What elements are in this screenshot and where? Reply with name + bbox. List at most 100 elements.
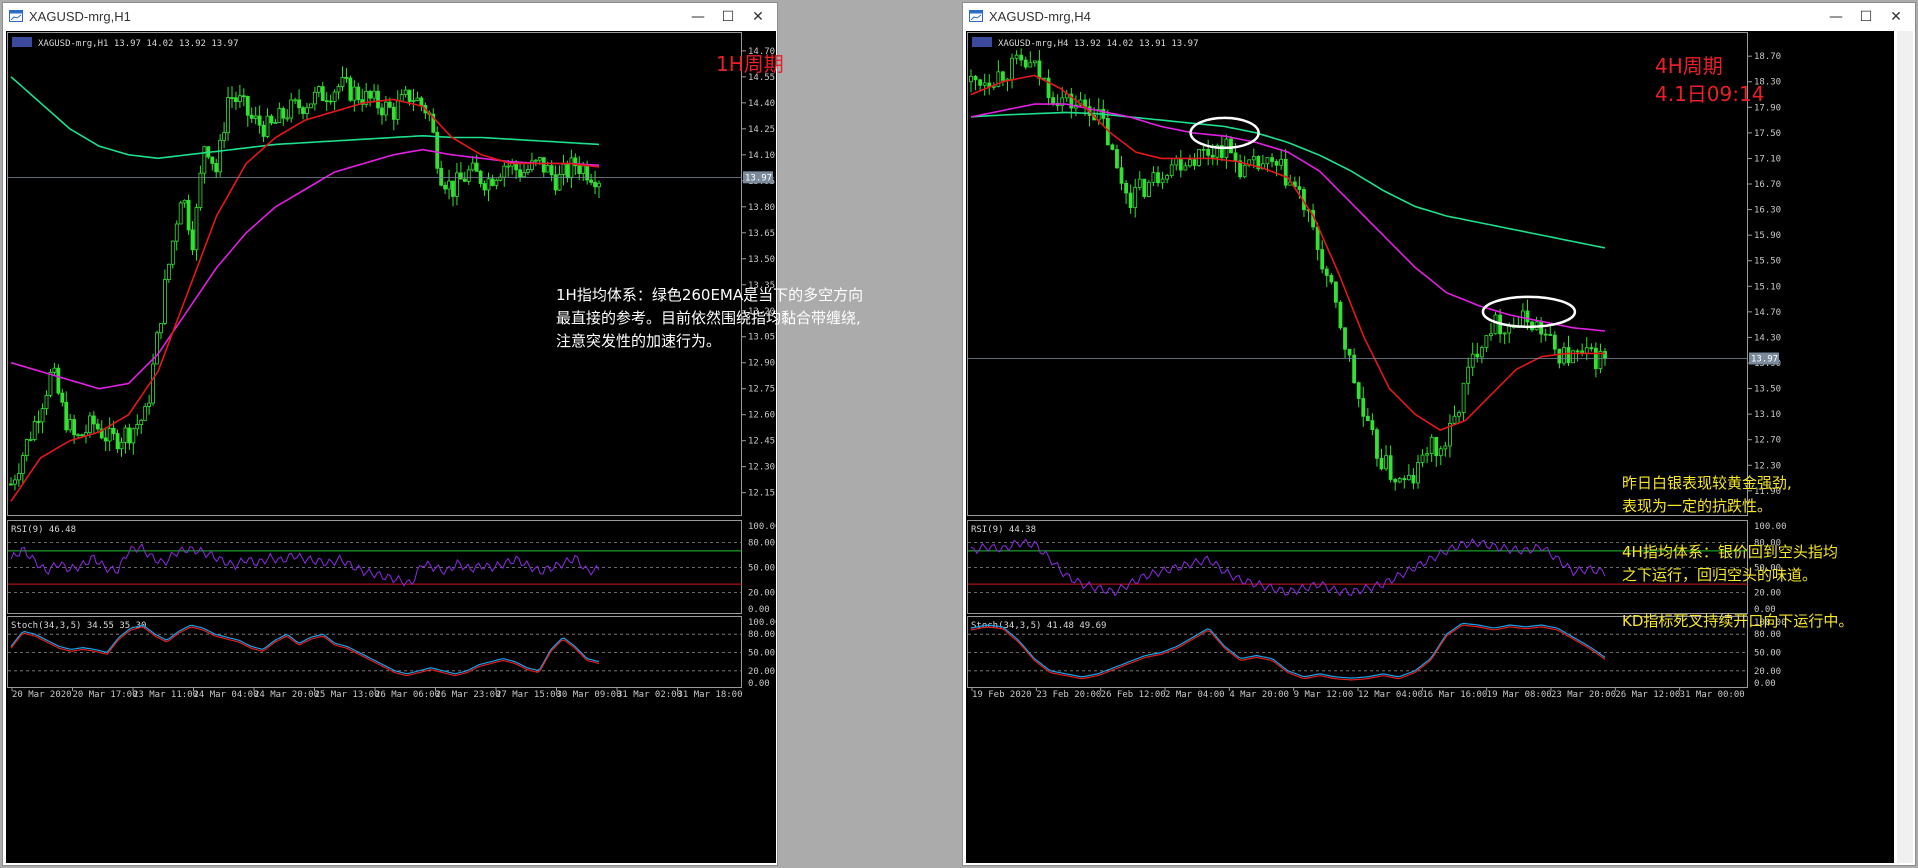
candle-body [1124,182,1128,194]
candle-body [380,107,384,116]
rsi-label: RSI(9) 46.48 [11,525,76,535]
candle-body [533,159,538,162]
price-tick-label: 13.50 [1754,385,1781,395]
date-label: 9 Mar 12:00 [1294,690,1354,700]
note-line: 之下运行，回归空头的味道。 [1622,566,1818,584]
period-label: 4H周期 4.1日09:14 [1655,54,1765,106]
candle-body [1479,347,1484,358]
candle-body [1265,157,1270,165]
candle-body [44,394,49,410]
candle-body [482,183,487,191]
candle-body [978,79,983,86]
candle-body [60,392,65,403]
candle-body [40,408,45,423]
candle-body [245,96,250,116]
candle-body [111,427,116,434]
candle-body [151,363,155,404]
window-titlebar[interactable]: XAGUSD-mrg,H4 — ☐ ✕ [963,3,1915,31]
candle-body [383,101,388,116]
candle-body [1270,157,1274,162]
stoch-label: Stoch(34,3,5) 34.55 35.30 [11,621,146,631]
candle-body [1019,54,1024,61]
chart-canvas[interactable]: 14.7014.5514.4014.2514.1013.9513.8013.65… [6,31,781,863]
chart-canvas[interactable]: 18.70 18.30 17.90 17.50 17.10 16.70 16.30 15.90… [966,31,1894,863]
price-tick-label: 14.40 [748,99,775,109]
price-chart-h1[interactable]: 14.7014.5514.4014.2514.1013.9513.8013.65… [6,31,781,863]
candle-body [1028,62,1033,68]
candle-body [127,427,132,444]
candle-body [1315,226,1320,250]
candle-body [324,100,329,103]
candle-body [1210,154,1215,158]
candle-body [1425,453,1430,456]
candle-body [1397,478,1402,483]
candle-body [143,405,148,421]
candle-body [1470,353,1475,368]
candle-body [332,91,337,102]
candle-body [1347,348,1352,356]
close-button[interactable]: ✕ [745,7,771,27]
candle-body [80,434,84,437]
chart-window-h4[interactable]: XAGUSD-mrg,H4 — ☐ ✕ 18.70 18.30 17.90 17.50… [962,2,1916,866]
candle-body [419,97,424,106]
minimize-button[interactable]: — [1823,7,1849,27]
price-tick-label: 15.90 [1754,231,1781,241]
symbol-flag-icon [972,37,992,47]
maximize-button[interactable]: ☐ [715,7,741,27]
candle-body [320,86,325,102]
price-tick-label: 12.15 [748,489,775,499]
current-price-label: 13.97 [1751,355,1778,365]
candle-body [1388,455,1393,480]
candle-body [198,172,203,208]
candle-body [155,332,159,365]
candle-body [289,99,294,119]
candle-body [577,165,582,174]
price-chart-h4[interactable]: 18.7018.3017.9017.5017.1016.7016.3015.90… [966,31,1894,863]
candle-body [1160,178,1165,184]
candle-body [1411,474,1416,484]
window-titlebar[interactable]: XAGUSD-mrg,H1 — ☐ ✕ [3,3,777,31]
candle-body [1438,448,1443,457]
candle-body [506,165,511,168]
candle-body [597,182,601,188]
candle-body [1429,436,1434,455]
candle-body [387,101,392,108]
date-label: 24 Mar 04:00 [194,690,259,700]
candle-body [1128,192,1133,209]
candle-body [569,157,574,179]
candle-body [1156,172,1160,184]
price-tick-label: 12.70 [1754,436,1781,446]
candle-body [301,107,305,115]
note-line [1622,518,1853,541]
candle-body [1037,60,1042,79]
candle-body [340,77,345,87]
candle-body [1251,156,1256,161]
chart-window-icon [969,10,983,22]
chart-window-icon [9,10,23,22]
candle-body [395,100,400,120]
candle-body [336,86,341,93]
candle-body [1493,314,1498,335]
date-label: 26 Mar 23:00 [436,690,501,700]
candle-body [435,131,440,169]
candle-body [1406,474,1411,481]
date-label: 4 Mar 20:00 [1229,690,1289,700]
candle-body [545,165,550,173]
close-button[interactable]: ✕ [1883,7,1909,27]
window-scrollbar[interactable] [1897,31,1913,863]
candle-body [1434,436,1439,457]
chart-window-h1[interactable]: XAGUSD-mrg,H1 — ☐ ✕ 14.70 14.55 14.40 14.25… [2,2,781,866]
candle-body [234,97,238,103]
candle-body [1324,268,1329,276]
candle-body [265,115,270,137]
candle-body [411,100,416,102]
candle-body [451,180,455,197]
date-label: 23 Feb 20:00 [1036,690,1101,700]
candle-body [305,107,309,115]
ema-260-green-line [10,76,600,160]
minimize-button[interactable]: — [685,7,711,27]
candle-body [1365,415,1370,422]
candle-body [1032,60,1037,64]
ema-red-line [970,74,1605,431]
maximize-button[interactable]: ☐ [1853,7,1879,27]
